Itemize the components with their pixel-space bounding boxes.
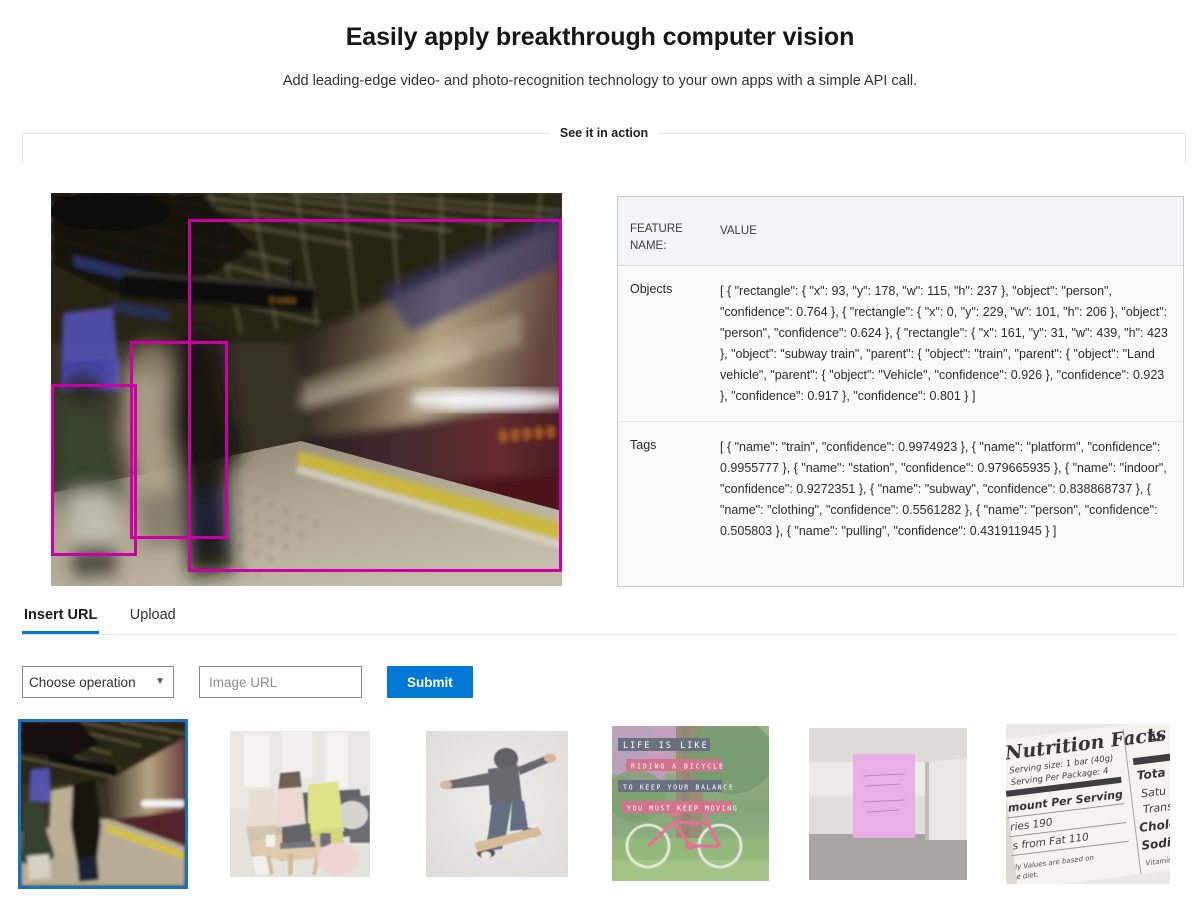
image-url-input[interactable] (199, 666, 362, 698)
column-header-feature-name: FEATURE NAME: (630, 223, 683, 252)
analyzed-image-panel: 3 mins (51, 193, 562, 586)
thumbnail-image: LIFE IS LIKE RIDING A BICYCLE TO KEEP YO… (612, 726, 769, 881)
feature-name-objects: Objects (630, 282, 673, 296)
tab-insert-url[interactable]: Insert URL (22, 604, 100, 634)
demo-form: Choose operation ▼ Submit (22, 666, 473, 698)
table-header-row: FEATURE NAME: VALUE (618, 197, 1183, 266)
hero-section: Easily apply breakthrough computer visio… (0, 0, 1200, 91)
thumbnail-image: Nutrition Facts Serving size: 1 bar (40g… (1006, 724, 1170, 884)
operation-select[interactable]: Choose operation (22, 666, 174, 698)
feature-name-tags: Tags (630, 438, 657, 452)
thumbnail-people-meeting[interactable] (218, 722, 382, 886)
feature-value-tags: [ { "name": "train", "confidence": 0.997… (720, 440, 1167, 538)
demo-section-legend: See it in action (549, 126, 659, 140)
thumbnail-image (426, 731, 568, 877)
feature-value-objects: [ { "rectangle": { "x": 93, "y": 178, "w… (720, 284, 1168, 403)
thumbnail-subway-platform[interactable] (18, 719, 188, 889)
thumbnail-skateboarder[interactable] (415, 722, 579, 886)
input-mode-tabs: Insert URL Upload (22, 603, 1177, 635)
results-table: FEATURE NAME: VALUE Objects [ { "rectang… (617, 196, 1184, 587)
table-row: Tags [ { "name": "train", "confidence": … (618, 422, 1183, 556)
thumbnail-nutrition-facts[interactable]: Nutrition Facts Serving size: 1 bar (40g… (1006, 722, 1170, 886)
sample-image-thumbnails: LIFE IS LIKE RIDING A BICYCLE TO KEEP YO… (18, 719, 1181, 889)
column-header-value: VALUE (720, 225, 757, 237)
analyzed-image: 3 mins (51, 193, 562, 586)
page-root: Easily apply breakthrough computer visio… (0, 0, 1200, 897)
demo-section-frame: See it in action (22, 126, 1186, 163)
thumbnail-bicycle-quote[interactable]: LIFE IS LIKE RIDING A BICYCLE TO KEEP YO… (612, 722, 776, 886)
table-row: Objects [ { "rectangle": { "x": 93, "y":… (618, 266, 1183, 422)
thumbnail-image (230, 731, 370, 877)
thumbnail-image (809, 728, 967, 880)
page-subtitle: Add leading-edge video- and photo-recogn… (282, 73, 918, 89)
thumbnail-sticky-note[interactable] (809, 722, 973, 886)
tab-upload[interactable]: Upload (128, 604, 178, 634)
submit-button[interactable]: Submit (387, 666, 473, 698)
page-title: Easily apply breakthrough computer visio… (345, 23, 855, 51)
operation-select-wrapper: Choose operation ▼ (22, 666, 174, 698)
thumbnail-image (21, 722, 185, 886)
